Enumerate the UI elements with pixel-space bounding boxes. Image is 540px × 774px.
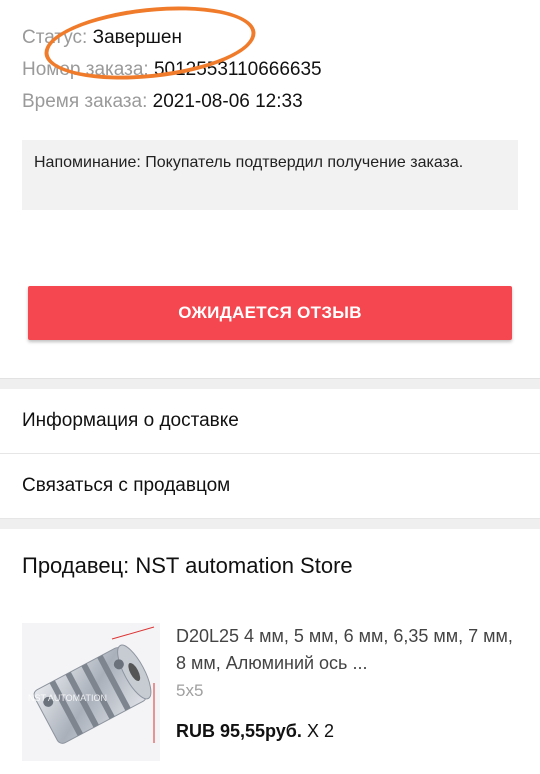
reminder-box: Напоминание: Покупатель подтвердил получ…: [22, 140, 518, 210]
product-variant: 5x5: [176, 681, 204, 700]
coupling-image: NST AUTOMATION: [28, 626, 155, 744]
product-item[interactable]: NST AUTOMATION D20L25 4 мм, 5 мм, 6 мм, …: [0, 593, 540, 761]
status-label: Статус:: [22, 27, 88, 48]
delivery-info-link[interactable]: Информация о доставке: [0, 389, 540, 454]
section-divider: [0, 519, 540, 529]
order-time-label: Время заказа:: [22, 91, 148, 112]
status-value: Завершен: [92, 27, 182, 48]
review-pending-button[interactable]: ОЖИДАЕТСЯ ОТЗЫВ: [28, 286, 512, 340]
product-quantity: X 2: [301, 721, 334, 741]
order-time-value: 2021-08-06 12:33: [152, 91, 303, 112]
order-number-label: Номер заказа:: [22, 59, 149, 80]
product-image[interactable]: NST AUTOMATION: [22, 623, 160, 761]
watermark-text: NST AUTOMATION: [28, 693, 107, 703]
product-price-row: RUB 95,55руб. X 2: [176, 721, 518, 742]
button-wrapper: ОЖИДАЕТСЯ ОТЗЫВ: [0, 210, 540, 340]
order-number-row: Номер заказа: 5012553110666635: [22, 54, 518, 86]
section-divider: [0, 378, 540, 389]
product-price: RUB 95,55руб.: [176, 721, 302, 741]
order-time-row: Время заказа: 2021-08-06 12:33: [22, 86, 518, 118]
seller-name[interactable]: Продавец: NST automation Store: [0, 529, 540, 593]
order-number-value: 5012553110666635: [153, 59, 322, 80]
status-row: Статус: Завершен: [22, 22, 518, 54]
contact-seller-link[interactable]: Связаться с продавцом: [0, 454, 540, 519]
product-title[interactable]: D20L25 4 мм, 5 мм, 6 мм, 6,35 мм, 7 мм, …: [176, 623, 518, 677]
order-info: Статус: Завершен Номер заказа: 501255311…: [0, 0, 540, 118]
product-info: D20L25 4 мм, 5 мм, 6 мм, 6,35 мм, 7 мм, …: [176, 623, 518, 761]
